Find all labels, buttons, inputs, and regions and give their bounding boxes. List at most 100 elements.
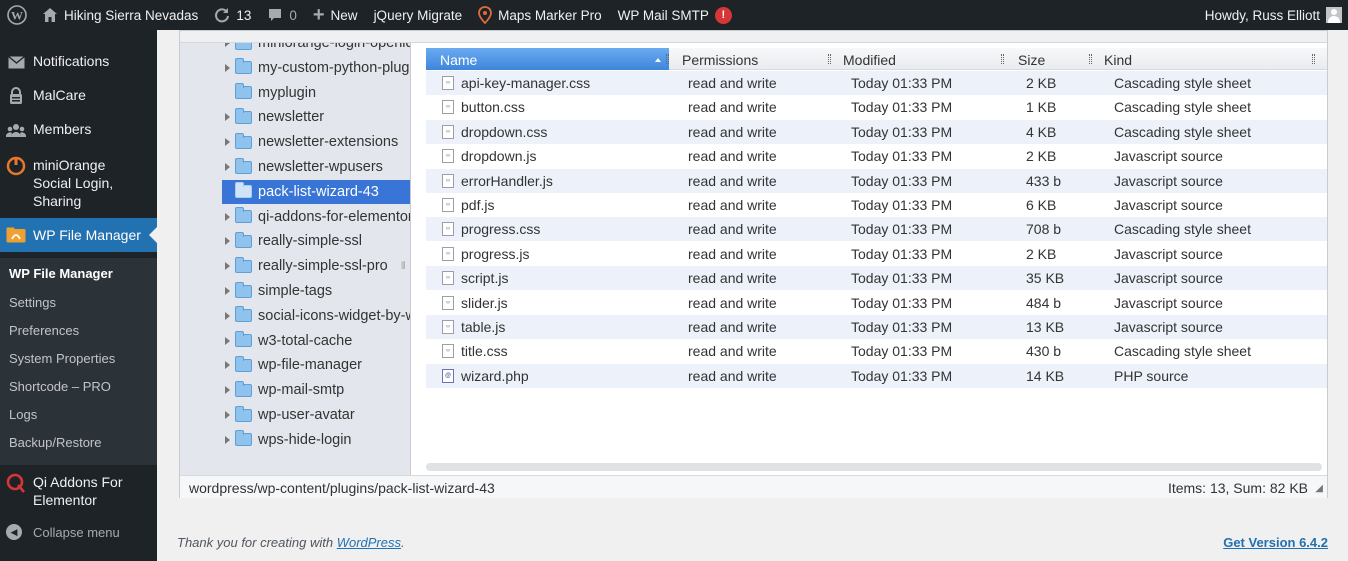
file-row[interactable]: ‹› api-key-manager.css read and write Today… — [426, 71, 1327, 95]
file-row[interactable]: ‹› pdf.js read and write Today 01:33 PM 6 KB… — [426, 193, 1327, 217]
menu-malcare[interactable]: MalCare — [0, 86, 157, 106]
submenu-system-properties[interactable]: System Properties — [9, 351, 115, 366]
file-row[interactable]: ‹› button.css read and write Today 01:33 PM… — [426, 95, 1327, 119]
tree-folder-item[interactable]: newsletter-wpusers — [180, 155, 410, 179]
js-file-icon: ‹› — [442, 149, 454, 164]
file-permissions: read and write — [688, 319, 777, 335]
expand-arrow-icon[interactable] — [225, 386, 230, 395]
expand-arrow-icon[interactable] — [225, 311, 230, 320]
expand-arrow-icon[interactable] — [225, 212, 230, 221]
file-permissions: read and write — [688, 343, 777, 360]
column-resize-handle[interactable] — [1001, 54, 1004, 64]
updates-link[interactable]: 13 — [206, 0, 259, 30]
file-size: 433 b — [1026, 172, 1062, 189]
file-row[interactable]: ‹› errorHandler.js read and write Today 01:… — [426, 168, 1327, 193]
submenu-backup-restore[interactable]: Backup/Restore — [9, 435, 102, 450]
comments-link[interactable]: 0 — [259, 0, 305, 30]
column-modified-header[interactable]: Modified — [843, 48, 896, 70]
expand-arrow-icon[interactable] — [225, 262, 230, 271]
get-version-link[interactable]: Get Version 6.4.2 — [1223, 535, 1328, 550]
smtp-alert-badge: ! — [714, 6, 732, 24]
collapse-menu-button[interactable]: ◀ Collapse menu — [6, 524, 120, 540]
file-row[interactable]: ‹› dropdown.js read and write Today 01:33 P… — [426, 144, 1327, 168]
column-size-header[interactable]: Size — [1018, 48, 1045, 70]
expand-arrow-icon[interactable] — [225, 287, 230, 295]
file-permissions: read and write — [688, 172, 777, 189]
column-permissions-header[interactable]: Permissions — [682, 48, 758, 70]
file-row[interactable]: @ wizard.php read and write Today 01:33 PM 1… — [426, 363, 1327, 388]
tree-resize-grip-icon[interactable]: ⦀ — [401, 261, 405, 272]
tree-folder-item[interactable]: qi-addons-for-elementor — [180, 205, 410, 229]
tree-folder-item[interactable]: my-custom-python-plugin — [180, 56, 410, 80]
file-row[interactable]: ‹› slider.js read and write Today 01:33 PM 4… — [426, 291, 1327, 315]
expand-arrow-icon[interactable] — [225, 411, 230, 419]
submenu-settings[interactable]: Settings — [9, 295, 56, 310]
list-horizontal-scrollbar[interactable] — [426, 463, 1322, 471]
folder-icon — [235, 43, 252, 50]
tree-folder-item[interactable]: social-icons-widget-by-wpzoom — [180, 304, 410, 328]
column-kind-header[interactable]: Kind — [1104, 48, 1132, 70]
file-name: wizard.php — [461, 367, 529, 384]
menu-qi-addons[interactable]: Qi Addons For Elementor — [0, 473, 157, 509]
expand-arrow-icon[interactable] — [225, 361, 230, 370]
tree-folder-label: newsletter — [258, 109, 325, 126]
submenu-preferences[interactable]: Preferences — [9, 323, 79, 338]
file-modified: Today 01:33 PM — [851, 343, 953, 360]
submenu-shortcode-pro[interactable]: Shortcode – PRO — [9, 379, 111, 394]
site-name-link[interactable]: Hiking Sierra Nevadas — [34, 0, 206, 30]
tree-folder-item[interactable]: wp-mail-smtp — [180, 378, 410, 402]
expand-arrow-icon[interactable] — [225, 63, 230, 72]
file-size: 4 KB — [1026, 123, 1057, 140]
jquery-migrate-link[interactable]: jQuery Migrate — [366, 0, 471, 30]
wordpress-logo-icon[interactable]: W — [0, 0, 34, 30]
wordpress-link[interactable]: WordPress — [337, 535, 401, 550]
expand-arrow-icon[interactable] — [225, 336, 230, 345]
file-row[interactable]: ‹› table.js read and write Today 01:33 PM 13… — [426, 315, 1327, 339]
column-resize-handle[interactable] — [1089, 54, 1092, 64]
column-resize-handle[interactable] — [828, 54, 831, 64]
column-resize-handle[interactable] — [1312, 54, 1315, 64]
file-row[interactable]: ‹› progress.css read and write Today 01:33 … — [426, 217, 1327, 242]
tree-folder-item[interactable]: w3-total-cache — [180, 329, 410, 353]
tree-folder-item[interactable]: newsletter — [180, 105, 410, 129]
submenu-wp-file-manager[interactable]: WP File Manager — [9, 266, 113, 281]
menu-notifications[interactable]: Notifications — [0, 52, 157, 72]
tree-folder-item[interactable]: wp-user-avatar — [180, 403, 410, 427]
expand-arrow-icon[interactable] — [225, 138, 230, 147]
tree-folder-label: simple-tags — [258, 283, 333, 299]
tree-folder-item[interactable]: really-simple-ssl — [180, 229, 410, 253]
tree-folder-item[interactable]: newsletter-extensions — [180, 130, 410, 154]
maps-marker-label: Maps Marker Pro — [498, 7, 602, 23]
expand-arrow-icon[interactable] — [225, 237, 230, 246]
file-modified: Today 01:33 PM — [851, 75, 953, 91]
new-content-link[interactable]: + New — [305, 0, 366, 30]
submenu-logs[interactable]: Logs — [9, 407, 37, 422]
tree-folder-item[interactable]: wps-hide-login — [180, 428, 410, 452]
tree-folder-item[interactable]: myplugin — [180, 81, 410, 105]
wp-mail-smtp-link[interactable]: WP Mail SMTP ! — [610, 0, 740, 30]
file-row[interactable]: ‹› progress.js read and write Today 01:33 P… — [426, 242, 1327, 266]
file-kind: Cascading style sheet — [1114, 75, 1251, 91]
file-row[interactable]: ‹› dropdown.css read and write Today 01:33 … — [426, 119, 1327, 144]
tree-folder-item[interactable]: pack-list-wizard-43 — [222, 179, 410, 204]
file-row[interactable]: ‹› title.css read and write Today 01:33 PM 4… — [426, 339, 1327, 363]
expand-arrow-icon[interactable] — [225, 43, 230, 47]
panel-resize-grip-icon[interactable]: ◢ — [1315, 483, 1323, 494]
my-account-link[interactable]: Howdy, Russ Elliott — [1197, 0, 1348, 30]
tree-folder-item[interactable]: really-simple-ssl-pro — [180, 254, 410, 278]
menu-members-label: Members — [33, 121, 92, 137]
column-resize-handle[interactable] — [666, 54, 669, 64]
tree-folder-item[interactable]: simple-tags — [180, 279, 410, 303]
expand-arrow-icon[interactable] — [225, 435, 230, 444]
menu-members[interactable]: Members — [0, 120, 157, 140]
menu-wp-file-manager[interactable]: WP File Manager — [0, 218, 157, 252]
expand-arrow-icon[interactable] — [225, 113, 230, 122]
menu-miniorange[interactable]: miniOrange Social Login, Sharing — [0, 156, 157, 210]
file-row[interactable]: ‹› script.js read and write Today 01:33 PM 3… — [426, 266, 1327, 291]
tree-folder-item[interactable]: miniorange-login-openid — [180, 43, 410, 55]
tree-folder-item[interactable]: wp-file-manager — [180, 353, 410, 377]
expand-arrow-icon[interactable] — [225, 163, 230, 171]
tree-folder-label: wp-mail-smtp — [258, 382, 345, 399]
maps-marker-link[interactable]: Maps Marker Pro — [470, 0, 610, 30]
column-name-header[interactable]: Name — [426, 48, 669, 70]
